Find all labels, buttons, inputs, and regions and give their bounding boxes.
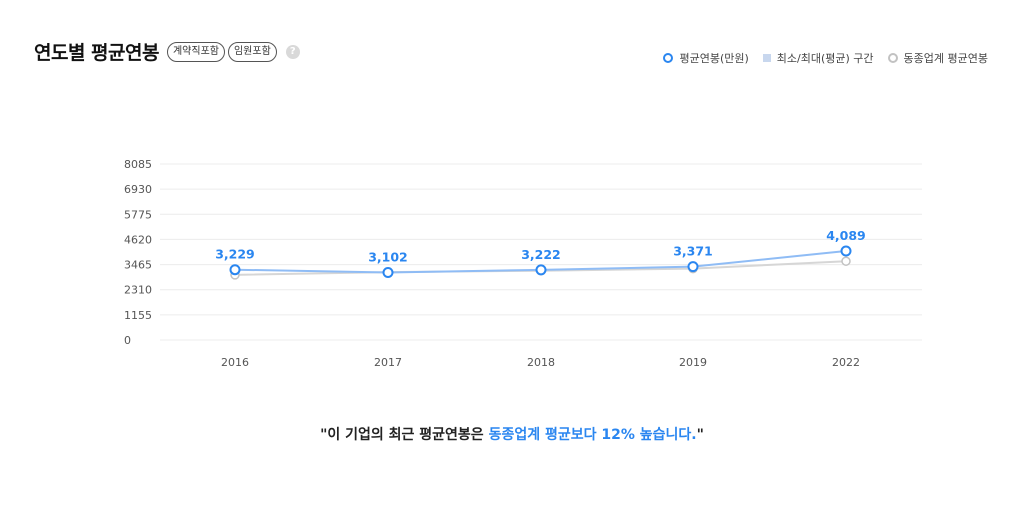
company-data-point [382,266,394,278]
y-tick-label: 3465 [124,259,152,272]
industry-data-point [841,256,851,266]
company-data-point [535,264,547,276]
y-tick-label: 5775 [124,208,152,221]
data-label: 3,229 [215,247,255,262]
y-tick-label: 6930 [124,183,152,196]
x-tick-label: 2019 [679,356,707,369]
x-tick-label: 2017 [374,356,402,369]
data-label: 3,371 [673,244,713,259]
y-tick-label: 1155 [124,309,152,322]
x-tick-label: 2016 [221,356,249,369]
company-data-point [687,261,699,273]
y-tick-label: 8085 [124,158,152,171]
data-label: 3,102 [368,249,408,264]
caption-prefix: "이 기업의 최근 평균연봉은 [320,427,489,443]
caption-suffix: " [696,427,704,443]
x-tick-label: 2018 [527,356,555,369]
summary-caption: "이 기업의 최근 평균연봉은 동종업계 평균보다 12% 높습니다." [0,424,1024,444]
data-label: 3,222 [521,247,561,262]
data-label: 4,089 [826,228,866,243]
y-tick-label: 0 [124,334,131,347]
salary-line-chart: 0 1155 2310 3465 4620 5775 6930 8085 2016 2017 201… [124,158,922,369]
company-data-point [840,245,852,257]
y-tick-label: 4620 [124,233,152,246]
company-data-point [229,264,241,276]
caption-highlight: 동종업계 평균보다 12% 높습니다. [488,427,697,443]
y-tick-label: 2310 [124,284,152,297]
x-tick-label: 2022 [832,356,860,369]
